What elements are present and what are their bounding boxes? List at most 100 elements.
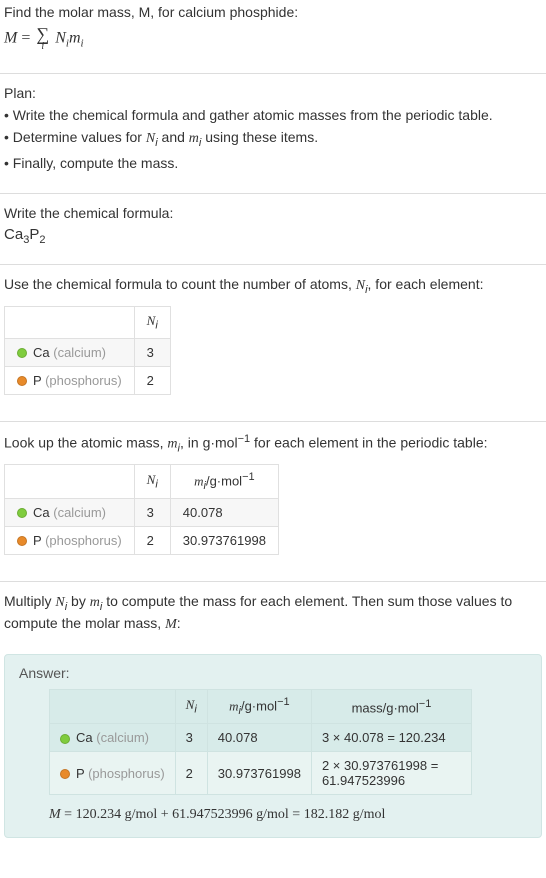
plan-bullet-2: Determine values for Ni and mi using the… (4, 128, 542, 151)
count-heading-pre: Use the chemical formula to count the nu… (4, 276, 356, 292)
dot-icon (17, 508, 27, 518)
table-row: P (phosphorus) 2 30.973761998 2 × 30.973… (50, 752, 472, 795)
lookup-heading-post: for each element in the periodic table: (250, 434, 487, 450)
dot-icon (17, 376, 27, 386)
chem-formula: Ca3P2 (4, 226, 542, 246)
plan-section: Plan: Write the chemical formula and gat… (0, 84, 546, 185)
element-p: P (29, 226, 39, 243)
chem-formula-section: Write the chemical formula: Ca3P2 (0, 204, 546, 256)
element-name: (calcium) (53, 345, 106, 360)
formula-m: m (69, 29, 81, 46)
plan-bullet-1: Write the chemical formula and gather at… (4, 106, 542, 125)
dot-icon (60, 769, 70, 779)
table-row: P (phosphorus) 2 (5, 366, 171, 394)
element-cell-p: P (phosphorus) (50, 752, 176, 795)
page-root: Find the molar mass, M, for calcium phos… (0, 3, 546, 838)
dot-icon (60, 734, 70, 744)
table-row: P (phosphorus) 2 30.973761998 (5, 526, 279, 554)
ni-value: 2 (175, 752, 207, 795)
var-N: N (356, 278, 365, 293)
final-text: = 120.234 g/mol + 61.947523996 g/mol = 1… (64, 807, 385, 822)
plan-heading: Plan: (4, 84, 542, 103)
dot-icon (17, 536, 27, 546)
formula-M: M (4, 29, 17, 46)
table-header-row: Ni mi/g·mol−1 (5, 464, 279, 498)
multiply-pre: Multiply (4, 593, 55, 609)
final-result: M = 120.234 g/mol + 61.947523996 g/mol =… (49, 807, 527, 823)
element-cell-ca: Ca (calcium) (5, 338, 135, 366)
mi-value: 30.973761998 (170, 526, 278, 554)
ni-value: 2 (134, 366, 170, 394)
element-cell-ca: Ca (calcium) (50, 724, 176, 752)
divider (0, 193, 546, 194)
col-ni-header: Ni (134, 464, 170, 498)
element-name: (phosphorus) (45, 373, 122, 388)
var-m: m (167, 436, 177, 451)
element-cell-p: P (phosphorus) (5, 366, 135, 394)
element-ca: Ca (4, 226, 23, 243)
var-M: M (165, 617, 177, 632)
divider (0, 264, 546, 265)
answer-label: Answer: (19, 665, 527, 681)
element-symbol: P (76, 766, 84, 781)
var-N: N (146, 131, 155, 146)
element-name: (phosphorus) (45, 533, 122, 548)
mi-value: 40.078 (207, 724, 311, 752)
answer-box: Answer: Ni mi/g·mol−1 mass/g·mol−1 Ca (c… (4, 654, 542, 838)
table-header-row: Ni mi/g·mol−1 mass/g·mol−1 (50, 690, 472, 724)
element-symbol: P (33, 373, 41, 388)
plan-b2-pre: Determine values for (13, 129, 146, 145)
element-name: (calcium) (96, 730, 149, 745)
mass-value: 2 × 30.973761998 = 61.947523996 (311, 752, 471, 795)
subscript-i: i (81, 37, 84, 49)
chem-formula-heading: Write the chemical formula: (4, 204, 542, 223)
divider (0, 581, 546, 582)
table-row: Ca (calcium) 3 40.078 (5, 498, 279, 526)
lookup-heading: Look up the atomic mass, mi, in g·mol−1 … (4, 432, 542, 456)
element-symbol: Ca (33, 345, 50, 360)
formula-N: N (55, 29, 66, 46)
blank-header (5, 464, 135, 498)
plan-b2-and: and (158, 129, 189, 145)
table-row: Ca (calcium) 3 (5, 338, 171, 366)
mi-value: 40.078 (170, 498, 278, 526)
multiply-text: Multiply Ni by mi to compute the mass fo… (4, 592, 542, 636)
count-table: Ni Ca (calcium) 3 P (phosphorus) 2 (4, 306, 171, 395)
var-N: N (55, 595, 64, 610)
lookup-heading-pre: Look up the atomic mass, (4, 434, 167, 450)
lookup-section: Look up the atomic mass, mi, in g·mol−1 … (0, 432, 546, 573)
subscript-2: 2 (39, 234, 45, 246)
mass-value: 3 × 40.078 = 120.234 (311, 724, 471, 752)
answer-content: Ni mi/g·mol−1 mass/g·mol−1 Ca (calcium) … (19, 689, 527, 823)
element-symbol: P (33, 533, 41, 548)
answer-table: Ni mi/g·mol−1 mass/g·mol−1 Ca (calcium) … (49, 689, 472, 795)
multiply-by: by (67, 593, 90, 609)
multiply-section: Multiply Ni by mi to compute the mass fo… (0, 592, 546, 649)
plan-b2-post: using these items. (201, 129, 318, 145)
var-m: m (189, 131, 199, 146)
lookup-heading-mid: , in g·mol (180, 434, 238, 450)
table-row: Ca (calcium) 3 40.078 3 × 40.078 = 120.2… (50, 724, 472, 752)
col-mi-header: mi/g·mol−1 (170, 464, 278, 498)
blank-header (50, 690, 176, 724)
var-m: m (90, 595, 100, 610)
ni-value: 2 (134, 526, 170, 554)
equals-sign: = (17, 29, 34, 46)
sigma-symbol: ∑i (36, 26, 49, 51)
table-header-row: Ni (5, 306, 171, 338)
plan-bullet-3: Finally, compute the mass. (4, 154, 542, 173)
ni-value: 3 (134, 338, 170, 366)
col-mass-header: mass/g·mol−1 (311, 690, 471, 724)
count-heading: Use the chemical formula to count the nu… (4, 275, 542, 298)
intro-line: Find the molar mass, M, for calcium phos… (4, 4, 298, 20)
count-heading-post: , for each element: (368, 276, 484, 292)
element-cell-ca: Ca (calcium) (5, 498, 135, 526)
col-ni-header: Ni (175, 690, 207, 724)
element-name: (phosphorus) (88, 766, 165, 781)
ni-value: 3 (134, 498, 170, 526)
intro-section: Find the molar mass, M, for calcium phos… (0, 3, 546, 65)
exp-neg1: −1 (238, 433, 251, 445)
count-section: Use the chemical formula to count the nu… (0, 275, 546, 412)
element-cell-p: P (phosphorus) (5, 526, 135, 554)
divider (0, 73, 546, 74)
